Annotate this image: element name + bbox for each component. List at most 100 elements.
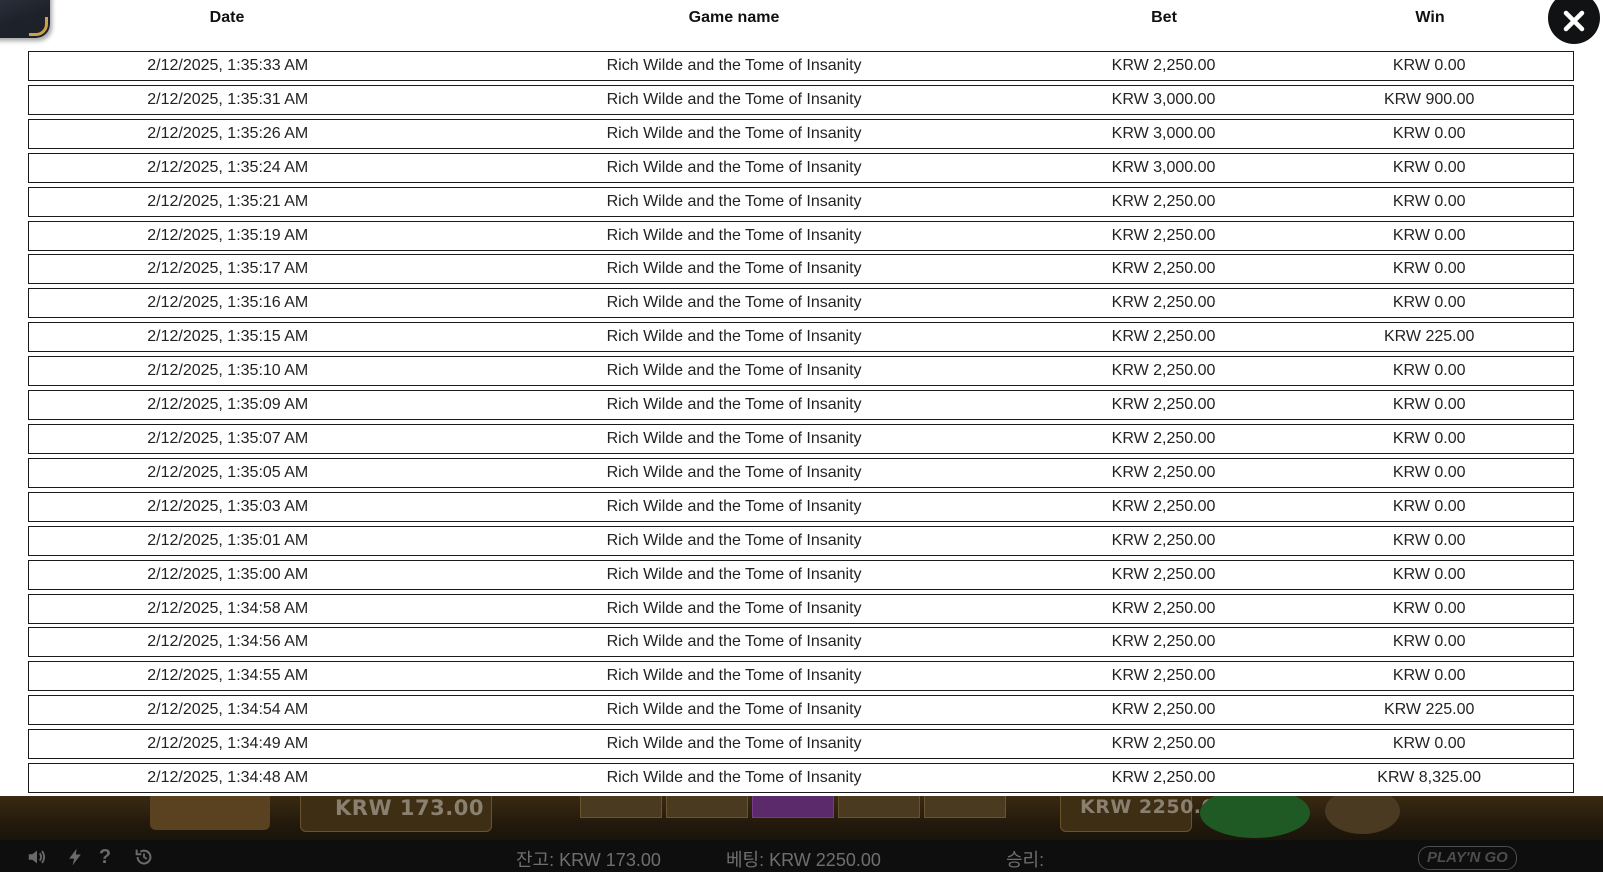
row-game-name: Rich Wilde and the Tome of Insanity xyxy=(606,124,862,142)
history-row[interactable]: 2/12/2025, 1:34:49 AM Rich Wilde and the … xyxy=(28,729,1574,760)
row-date: 2/12/2025, 1:35:26 AM xyxy=(147,124,309,142)
row-bet: KRW 3,000.00 xyxy=(1111,124,1216,142)
row-date: 2/12/2025, 1:35:16 AM xyxy=(147,294,309,312)
row-win: KRW 0.00 xyxy=(1392,497,1466,515)
row-bet: KRW 2,250.00 xyxy=(1111,396,1216,414)
row-game-name: Rich Wilde and the Tome of Insanity xyxy=(606,531,862,549)
column-header-bet: Bet xyxy=(1151,9,1177,26)
speaker-icon[interactable] xyxy=(26,846,48,868)
row-game-name: Rich Wilde and the Tome of Insanity xyxy=(606,769,862,787)
game-controls-strip: KRW 173.00 KRW 2250.00 xyxy=(0,796,1603,840)
row-date: 2/12/2025, 1:34:56 AM xyxy=(147,633,309,651)
row-win: KRW 0.00 xyxy=(1392,294,1466,312)
bet-slot xyxy=(924,796,1006,818)
history-icon[interactable] xyxy=(133,846,155,868)
bet-slot xyxy=(838,796,920,818)
row-bet: KRW 2,250.00 xyxy=(1111,531,1216,549)
history-table-body[interactable]: 2/12/2025, 1:35:33 AM Rich Wilde and the … xyxy=(28,51,1574,797)
row-bet: KRW 2,250.00 xyxy=(1111,633,1216,651)
history-row[interactable]: 2/12/2025, 1:35:19 AM Rich Wilde and the … xyxy=(28,220,1574,251)
row-date: 2/12/2025, 1:35:05 AM xyxy=(147,463,309,481)
row-date: 2/12/2025, 1:35:15 AM xyxy=(147,328,309,346)
row-date: 2/12/2025, 1:35:09 AM xyxy=(147,396,309,414)
history-row[interactable]: 2/12/2025, 1:35:10 AM Rich Wilde and the … xyxy=(28,356,1574,387)
history-row[interactable]: 2/12/2025, 1:35:07 AM Rich Wilde and the … xyxy=(28,423,1574,454)
row-date: 2/12/2025, 1:34:49 AM xyxy=(147,735,309,753)
row-game-name: Rich Wilde and the Tome of Insanity xyxy=(606,260,862,278)
row-date: 2/12/2025, 1:35:31 AM xyxy=(147,90,309,108)
status-win: 승리: xyxy=(1006,850,1045,870)
history-row[interactable]: 2/12/2025, 1:35:26 AM Rich Wilde and the … xyxy=(28,118,1574,149)
row-win: KRW 900.00 xyxy=(1383,90,1475,108)
row-game-name: Rich Wilde and the Tome of Insanity xyxy=(606,463,862,481)
row-date: 2/12/2025, 1:35:21 AM xyxy=(147,192,309,210)
row-game-name: Rich Wilde and the Tome of Insanity xyxy=(606,57,862,74)
row-win: KRW 0.00 xyxy=(1392,396,1466,414)
game-history-screen: Date Game name Bet Win 2/12/2025, 1:35:3… xyxy=(0,0,1603,872)
row-bet: KRW 2,250.00 xyxy=(1111,667,1216,685)
history-row[interactable]: 2/12/2025, 1:35:31 AM Rich Wilde and the … xyxy=(28,84,1574,115)
row-win: KRW 0.00 xyxy=(1392,531,1466,549)
question-icon[interactable]: ? xyxy=(94,846,116,868)
row-win: KRW 0.00 xyxy=(1392,667,1466,685)
bet-slot xyxy=(666,796,748,818)
history-row[interactable]: 2/12/2025, 1:35:16 AM Rich Wilde and the … xyxy=(28,288,1574,319)
row-game-name: Rich Wilde and the Tome of Insanity xyxy=(606,735,862,753)
row-date: 2/12/2025, 1:35:01 AM xyxy=(147,531,309,549)
row-bet: KRW 2,250.00 xyxy=(1111,599,1216,617)
row-bet: KRW 2,250.00 xyxy=(1111,192,1216,210)
history-row[interactable]: 2/12/2025, 1:34:55 AM Rich Wilde and the … xyxy=(28,661,1574,692)
history-row[interactable]: 2/12/2025, 1:35:24 AM Rich Wilde and the … xyxy=(28,152,1574,183)
row-date: 2/12/2025, 1:35:17 AM xyxy=(147,260,309,278)
row-date: 2/12/2025, 1:35:33 AM xyxy=(147,57,309,74)
row-bet: KRW 2,250.00 xyxy=(1111,226,1216,244)
row-win: KRW 225.00 xyxy=(1383,701,1475,719)
row-bet: KRW 2,250.00 xyxy=(1111,328,1216,346)
row-bet: KRW 2,250.00 xyxy=(1111,294,1216,312)
bet-slot xyxy=(580,796,662,818)
history-row[interactable]: 2/12/2025, 1:34:54 AM Rich Wilde and the … xyxy=(28,695,1574,726)
history-row[interactable]: 2/12/2025, 1:35:09 AM Rich Wilde and the … xyxy=(28,390,1574,421)
row-date: 2/12/2025, 1:34:58 AM xyxy=(147,599,309,617)
row-win: KRW 0.00 xyxy=(1392,362,1466,380)
column-header-game: Game name xyxy=(688,9,780,26)
row-bet: KRW 3,000.00 xyxy=(1111,158,1216,176)
row-bet: KRW 2,250.00 xyxy=(1111,497,1216,515)
history-table-header: Date Game name Bet Win xyxy=(28,6,1574,30)
row-win: KRW 0.00 xyxy=(1392,192,1466,210)
row-date: 2/12/2025, 1:35:03 AM xyxy=(147,497,309,515)
history-row[interactable]: 2/12/2025, 1:34:56 AM Rich Wilde and the … xyxy=(28,627,1574,658)
history-row[interactable]: 2/12/2025, 1:35:01 AM Rich Wilde and the … xyxy=(28,525,1574,556)
row-win: KRW 0.00 xyxy=(1392,463,1466,481)
history-row[interactable]: 2/12/2025, 1:35:05 AM Rich Wilde and the … xyxy=(28,457,1574,488)
strip-balance: KRW 173.00 xyxy=(335,796,484,820)
row-win: KRW 0.00 xyxy=(1392,57,1466,74)
row-game-name: Rich Wilde and the Tome of Insanity xyxy=(606,429,862,447)
history-row[interactable]: 2/12/2025, 1:35:15 AM Rich Wilde and the … xyxy=(28,322,1574,353)
history-row[interactable]: 2/12/2025, 1:35:33 AM Rich Wilde and the … xyxy=(28,51,1574,81)
history-row[interactable]: 2/12/2025, 1:34:58 AM Rich Wilde and the … xyxy=(28,593,1574,624)
row-win: KRW 0.00 xyxy=(1392,226,1466,244)
row-date: 2/12/2025, 1:34:48 AM xyxy=(147,769,309,787)
row-date: 2/12/2025, 1:35:00 AM xyxy=(147,565,309,583)
history-row[interactable]: 2/12/2025, 1:35:00 AM Rich Wilde and the … xyxy=(28,559,1574,590)
brand-logo: PLAY'N GO xyxy=(1418,846,1517,870)
history-row[interactable]: 2/12/2025, 1:35:03 AM Rich Wilde and the … xyxy=(28,491,1574,522)
history-row[interactable]: 2/12/2025, 1:35:21 AM Rich Wilde and the … xyxy=(28,186,1574,217)
row-bet: KRW 2,250.00 xyxy=(1111,565,1216,583)
row-game-name: Rich Wilde and the Tome of Insanity xyxy=(606,633,862,651)
row-game-name: Rich Wilde and the Tome of Insanity xyxy=(606,90,862,108)
row-game-name: Rich Wilde and the Tome of Insanity xyxy=(606,328,862,346)
row-game-name: Rich Wilde and the Tome of Insanity xyxy=(606,294,862,312)
row-game-name: Rich Wilde and the Tome of Insanity xyxy=(606,226,862,244)
row-game-name: Rich Wilde and the Tome of Insanity xyxy=(606,396,862,414)
row-bet: KRW 2,250.00 xyxy=(1111,57,1216,74)
row-date: 2/12/2025, 1:35:10 AM xyxy=(147,362,309,380)
column-header-date: Date xyxy=(209,9,245,26)
history-row[interactable]: 2/12/2025, 1:34:48 AM Rich Wilde and the … xyxy=(28,763,1574,794)
row-date: 2/12/2025, 1:34:54 AM xyxy=(147,701,309,719)
lightning-icon[interactable] xyxy=(64,846,86,868)
row-game-name: Rich Wilde and the Tome of Insanity xyxy=(606,192,862,210)
row-date: 2/12/2025, 1:34:55 AM xyxy=(147,667,309,685)
history-row[interactable]: 2/12/2025, 1:35:17 AM Rich Wilde and the … xyxy=(28,254,1574,285)
